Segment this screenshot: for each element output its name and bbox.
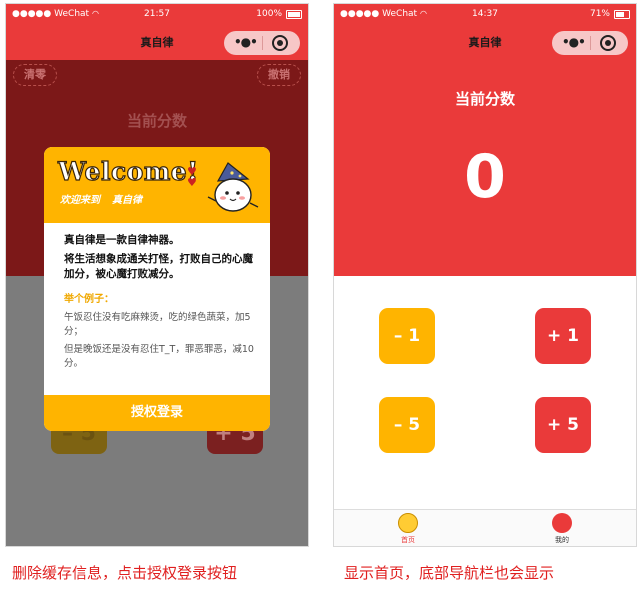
nav-bar: 真自律 •●•	[6, 24, 308, 60]
score-title: 当前分数	[126, 112, 187, 130]
close-target-icon[interactable]	[272, 35, 288, 51]
welcome-subtitle: 欢迎来到 真自律	[60, 195, 142, 206]
example-text: 午饭忍住没有吃麻辣烫，吃的绿色蔬菜，加5分；	[64, 312, 251, 337]
battery-icon	[286, 10, 302, 19]
example-text: 但是晚饭还是没有忍住T_T，罪恶罪恶，减10分。	[64, 344, 254, 369]
caption-left: 删除缓存信息，点击授权登录按钮	[12, 564, 238, 582]
example-title: 举个例子：	[64, 294, 114, 305]
mine-tab-icon	[552, 513, 572, 533]
status-bar: ●●●●● WeChat ◠ 21:57 100%	[6, 4, 308, 24]
tab-home[interactable]: 首页	[378, 513, 438, 545]
home-tab-icon	[398, 513, 418, 533]
heart-icon: ♥ ♥	[187, 165, 197, 189]
authorize-login-button[interactable]: 授权登录	[44, 395, 270, 431]
battery-icon	[614, 10, 630, 19]
clear-button[interactable]: 清零	[13, 64, 57, 86]
battery-percent: 100%	[256, 9, 282, 19]
minus-5-button[interactable]: – 5	[379, 397, 435, 453]
score-title: 当前分数	[454, 90, 515, 108]
bottom-tab-bar: 首页 我的	[334, 509, 636, 546]
nav-bar: 真自律 •●•	[334, 24, 636, 60]
welcome-banner: Welcome! 欢迎来到 真自律 ♥ ♥	[44, 147, 270, 223]
left-phone-screen: ●●●●● WeChat ◠ 21:57 100% 真自律 •●• 清零 撤销 …	[6, 4, 308, 546]
capsule-divider	[590, 36, 591, 50]
close-target-icon[interactable]	[600, 35, 616, 51]
score-value: 0	[464, 142, 506, 212]
mini-program-capsule: •●•	[552, 31, 628, 55]
tab-mine[interactable]: 我的	[532, 513, 592, 545]
mini-program-capsule: •●•	[224, 31, 300, 55]
right-phone-screen: ●●●●● WeChat ◠ 14:37 71% 真自律 •●• 当前分数 0 …	[334, 4, 636, 546]
intro-text: 真自律是一款自律神器。	[64, 234, 180, 246]
tab-mine-label: 我的	[555, 536, 569, 544]
undo-button[interactable]: 撤销	[257, 64, 301, 86]
more-dots-icon[interactable]: •●•	[562, 35, 586, 49]
mascot-icon	[207, 162, 259, 212]
battery-percent: 71%	[589, 9, 610, 19]
caption-right: 显示首页，底部导航栏也会显示	[344, 564, 555, 582]
description-text: 将生活想象成通关打怪，打败自己的心魔加分，被心魔打败减分。	[64, 253, 253, 280]
more-dots-icon[interactable]: •●•	[234, 35, 258, 49]
welcome-modal: Welcome! 欢迎来到 真自律 ♥ ♥ 真自律是一款自律神器。 将生活想象成…	[44, 147, 270, 431]
minus-1-button[interactable]: – 1	[379, 308, 435, 364]
tab-home-label: 首页	[401, 536, 415, 544]
plus-1-button[interactable]: + 1	[535, 308, 591, 364]
status-bar: ●●●●● WeChat ◠ 14:37 71%	[334, 4, 636, 24]
modal-body: 真自律是一款自律神器。 将生活想象成通关打怪，打败自己的心魔加分，被心魔打败减分…	[64, 233, 256, 375]
welcome-heading: Welcome!	[57, 156, 199, 186]
plus-5-button[interactable]: + 5	[535, 397, 591, 453]
capsule-divider	[262, 36, 263, 50]
